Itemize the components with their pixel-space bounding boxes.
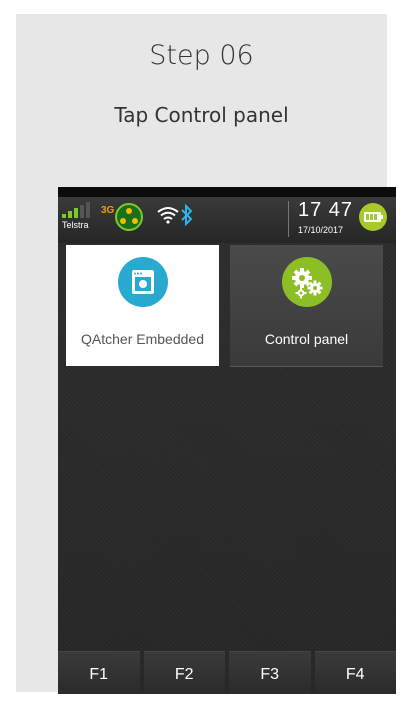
battery-icon bbox=[359, 203, 387, 231]
step-instruction: Tap Control panel bbox=[114, 103, 289, 127]
step-title: Step 06 bbox=[149, 40, 254, 71]
clock-date: 17/10/2017 bbox=[298, 225, 344, 235]
app-tile-qatcher-embedded[interactable]: QAtcher Embedded bbox=[66, 245, 219, 366]
instruction-card: Step 06 Tap Control panel 3G Telstra 17 … bbox=[16, 14, 396, 694]
clock-time: 17 47 bbox=[298, 199, 354, 221]
app-tile-label: QAtcher Embedded bbox=[81, 331, 204, 347]
status-bar: 3G Telstra 17 47 17/10/2017 bbox=[58, 187, 396, 243]
f2-key[interactable]: F2 bbox=[143, 651, 225, 694]
network-icon bbox=[115, 203, 143, 231]
app-tile-control-panel[interactable]: Control panel bbox=[230, 245, 383, 367]
f1-key[interactable]: F1 bbox=[58, 651, 140, 694]
gears-icon bbox=[281, 257, 332, 307]
f3-key[interactable]: F3 bbox=[229, 651, 311, 694]
signal-icon bbox=[62, 202, 90, 218]
wifi-icon bbox=[157, 207, 179, 224]
bluetooth-icon bbox=[181, 204, 193, 226]
app-tile-label: Control panel bbox=[264, 331, 349, 347]
carrier-label: Telstra bbox=[62, 220, 89, 230]
f4-key[interactable]: F4 bbox=[314, 651, 396, 694]
function-key-bar: F1 F2 F3 F4 bbox=[58, 651, 396, 694]
network-type-label: 3G bbox=[101, 205, 115, 216]
device-screen: 3G Telstra 17 47 17/10/2017 QAtcher Embe… bbox=[58, 187, 396, 694]
window-app-icon bbox=[117, 257, 168, 307]
status-divider bbox=[288, 201, 289, 237]
